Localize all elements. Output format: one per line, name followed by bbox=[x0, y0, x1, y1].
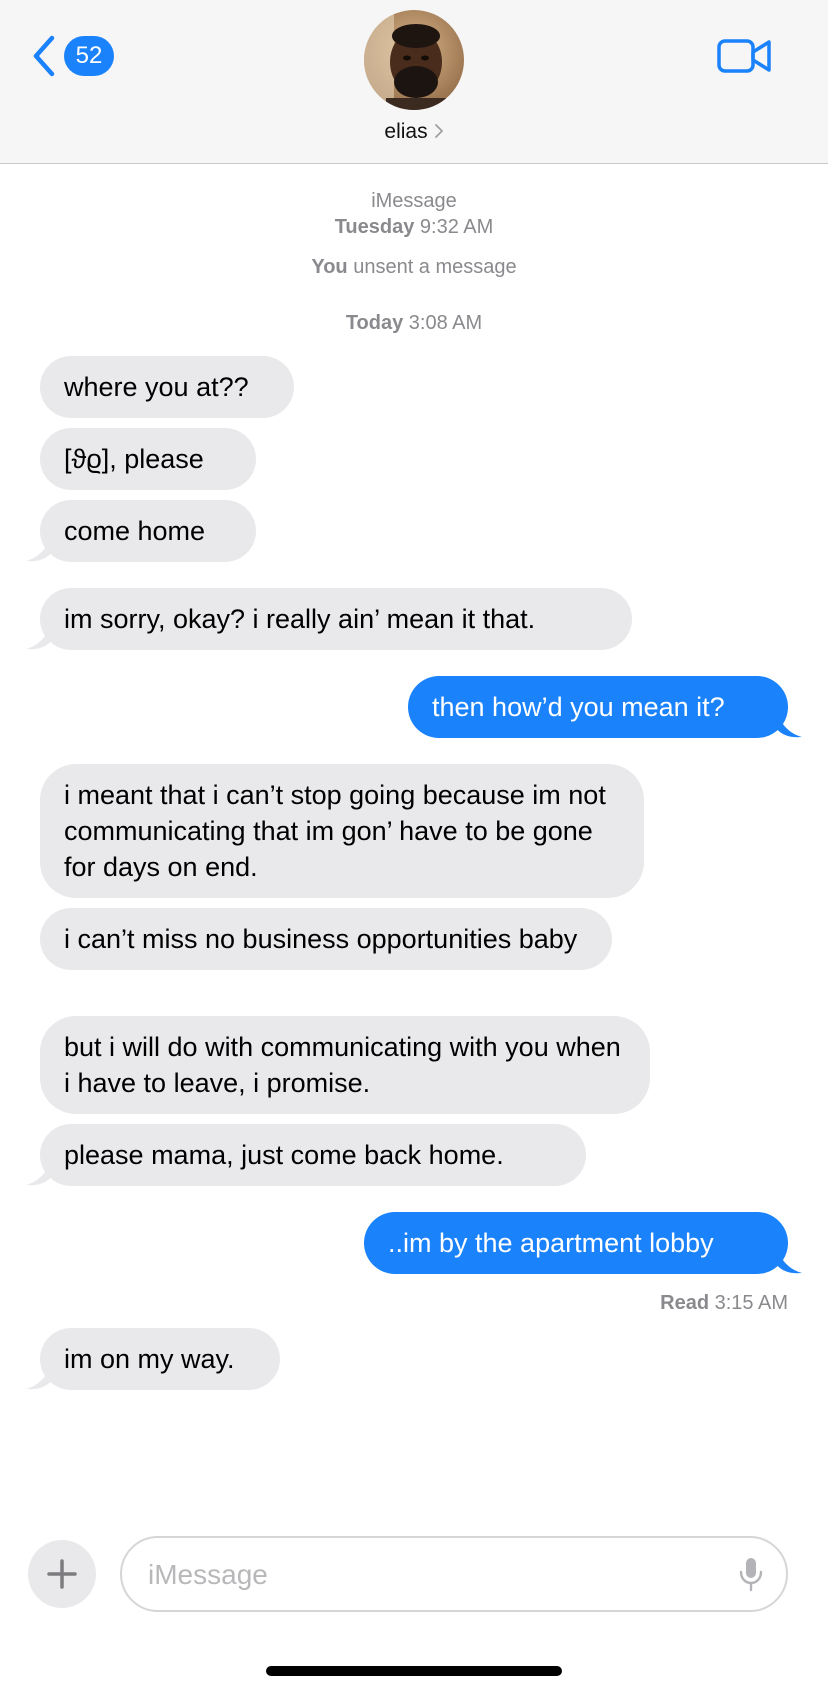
bubble-tail bbox=[776, 710, 802, 738]
bubble-tail bbox=[776, 1246, 802, 1274]
message-composer bbox=[120, 1536, 788, 1612]
message-text: i meant that i can’t stop going because … bbox=[64, 780, 606, 882]
microphone-icon[interactable] bbox=[738, 1556, 764, 1592]
message-bubble-received[interactable]: i can’t miss no business opportunities b… bbox=[40, 908, 612, 970]
message-bubble-received[interactable]: im sorry, okay? i really ain’ mean it th… bbox=[26, 588, 632, 650]
message-input[interactable] bbox=[146, 1538, 690, 1612]
timestamp-time: 3:08 AM bbox=[408, 312, 483, 334]
message-text: then how’d you mean it? bbox=[432, 692, 725, 722]
message-bubble-received[interactable]: im on my way. bbox=[26, 1328, 280, 1390]
bubble-tail bbox=[26, 534, 52, 562]
message-text: ..im by the apartment lobby bbox=[388, 1228, 714, 1258]
message-text: come home bbox=[64, 516, 206, 546]
contact-name: elias bbox=[384, 120, 428, 143]
message-text: please mama, just come back home. bbox=[64, 1140, 504, 1170]
read-label: Read bbox=[660, 1292, 710, 1314]
timestamp-today: Today 3:08 AM bbox=[0, 312, 828, 335]
message-text: [ϑϱ], please bbox=[64, 444, 204, 474]
chevron-left-icon bbox=[33, 35, 55, 77]
home-indicator[interactable] bbox=[266, 1666, 562, 1676]
plus-icon bbox=[47, 1559, 77, 1589]
conversation-header: 52 elias bbox=[0, 0, 828, 164]
message-bubble-received[interactable]: but i will do with communicating with yo… bbox=[40, 1016, 650, 1114]
message-text: but i will do with communicating with yo… bbox=[64, 1032, 621, 1098]
video-camera-icon[interactable] bbox=[717, 36, 773, 76]
bubble-tail bbox=[26, 1362, 52, 1390]
apps-plus-button[interactable] bbox=[28, 1540, 96, 1608]
read-time: 3:15 AM bbox=[714, 1292, 788, 1314]
message-bubble-sent[interactable]: then how’d you mean it? bbox=[408, 676, 802, 738]
message-bubble-received[interactable]: [ϑϱ], please bbox=[40, 428, 256, 490]
unsent-text: unsent a message bbox=[353, 256, 517, 278]
timestamp-day: Today bbox=[345, 312, 404, 334]
message-bubble-received[interactable]: where you at?? bbox=[40, 356, 294, 418]
contact-avatar[interactable] bbox=[364, 10, 464, 110]
chevron-right-icon bbox=[434, 124, 443, 138]
message-bubble-received[interactable]: please mama, just come back home. bbox=[26, 1124, 586, 1186]
service-label: iMessage bbox=[371, 190, 457, 212]
timestamp-time: 9:32 AM bbox=[419, 216, 494, 238]
message-text: where you at?? bbox=[64, 372, 249, 402]
bubble-tail bbox=[26, 1158, 52, 1186]
unread-count-badge: 52 bbox=[64, 36, 114, 76]
message-text: i can’t miss no business opportunities b… bbox=[64, 924, 578, 954]
avatar-photo bbox=[364, 10, 464, 110]
message-bubble-received[interactable]: i meant that i can’t stop going because … bbox=[40, 764, 644, 898]
message-bubble-sent[interactable]: ..im by the apartment lobby bbox=[364, 1212, 802, 1274]
read-receipt: Read 3:15 AM bbox=[660, 1292, 788, 1315]
timestamp-day: Tuesday bbox=[334, 216, 415, 238]
unsent-actor: You bbox=[311, 256, 348, 278]
message-text: im sorry, okay? i really ain’ mean it th… bbox=[64, 604, 536, 634]
message-text: im on my way. bbox=[64, 1344, 235, 1374]
bubble-tail bbox=[26, 622, 52, 650]
unsent-notice: You unsent a message bbox=[0, 256, 828, 279]
timestamp-tuesday: Tuesday 9:32 AM bbox=[0, 216, 828, 239]
back-button[interactable]: 52 bbox=[30, 34, 114, 78]
contact-name-button[interactable]: elias bbox=[0, 120, 828, 144]
message-bubble-received[interactable]: come home bbox=[26, 500, 256, 562]
